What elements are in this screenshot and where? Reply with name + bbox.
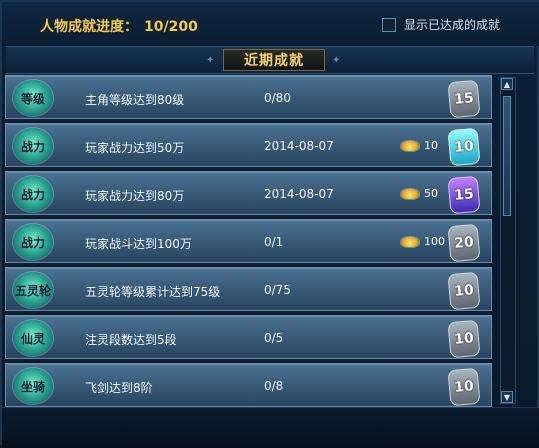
achievement-points-icon: 10 [447,319,481,359]
progress-label-text: 人物成就进度： [40,19,138,35]
achievement-row[interactable]: 战力 玩家战斗达到100万 0/1 100 20 [5,219,492,263]
achievement-name: 主角等级达到80级 [85,93,185,107]
achievement-badge-icon: 等级 [13,80,53,116]
achievement-badge-icon: 仙灵 [13,320,53,356]
achievement-row[interactable]: 战力 玩家战力达到80万 2014-08-07 50 15 [5,171,492,215]
achievement-points: 10 [453,138,475,156]
achievement-name: 五灵轮等级累计达到75级 [85,285,221,299]
achievement-row[interactable]: 坐骑 飞剑达到8阶 0/8 10 [5,363,492,407]
achievement-name: 注灵段数达到5段 [85,333,177,347]
achievement-badge-label: 仙灵 [20,331,45,346]
gold-ingot-icon [401,236,419,247]
section-title-plate: 近期成就 [223,49,325,71]
achievement-points-icon: 15 [447,175,481,215]
achievement-status: 0/5 [264,331,284,345]
show-completed-checkbox[interactable] [382,17,396,32]
progress-label: 人物成就进度： 10/200 [40,16,198,36]
achievement-status: 0/8 [264,379,284,393]
achievement-points: 10 [453,330,475,348]
scrollbar[interactable]: ▲ ▼ [500,77,516,404]
achievement-status: 2014-08-07 [264,139,334,153]
achievement-status: 0/75 [264,283,291,297]
achievement-badge-label: 战力 [20,235,45,250]
reward: 100 [401,235,445,248]
achievement-points-icon: 20 [447,223,481,263]
progress-value: 10/200 [144,19,198,35]
right-ornament-icon: ✦ [332,55,341,66]
achievement-row[interactable]: 等级 主角等级达到80级 0/80 15 [5,75,492,119]
achievement-row[interactable]: 仙灵 注灵段数达到5段 0/5 10 [5,315,492,359]
reward: 50 [401,187,438,200]
achievement-points: 15 [453,186,475,204]
achievement-status: 0/80 [264,91,291,105]
achievement-badge-label: 战力 [20,139,45,154]
achievement-badge-icon: 战力 [13,224,53,260]
achievement-window: 人物成就进度： 10/200 显示已达成的成就 ✦ 近期成就 ✦ 等级 主角等级达到… [0,0,539,448]
gold-ingot-icon [401,188,419,199]
reward-amount: 10 [424,139,438,152]
header: 人物成就进度： 10/200 显示已达成的成就 [2,2,539,46]
section-title: 近期成就 [244,53,304,69]
scroll-thumb[interactable] [503,96,511,216]
achievement-status: 2014-08-07 [264,187,334,201]
achievement-points-icon: 10 [447,367,481,407]
achievement-points: 10 [453,378,475,396]
reward-amount: 100 [424,235,445,248]
left-ornament-icon: ✦ [206,55,215,66]
achievement-points-icon: 10 [447,271,481,311]
reward-amount: 50 [424,187,438,200]
reward: 10 [401,139,438,152]
achievement-name: 玩家战斗达到100万 [85,237,192,251]
achievement-badge-label: 等级 [20,91,45,106]
achievement-row[interactable]: 五灵轮 五灵轮等级累计达到75级 0/75 10 [5,267,492,311]
achievement-points-icon: 10 [447,127,481,167]
gold-ingot-icon [401,140,419,151]
achievement-name: 玩家战力达到80万 [85,189,185,203]
chevron-up-icon[interactable]: ▲ [501,78,513,90]
bottom-bar [2,407,539,448]
achievement-badge-icon: 坐骑 [13,368,53,404]
achievement-row[interactable]: 战力 玩家战力达到50万 2014-08-07 10 10 [5,123,492,167]
achievement-badge-icon: 五灵轮 [13,272,53,308]
achievement-points: 20 [453,234,475,252]
achievement-name: 玩家战力达到50万 [85,141,185,155]
show-completed-label: 显示已达成的成就 [404,18,501,32]
achievement-badge-label: 战力 [20,187,45,202]
achievement-badge-label: 坐骑 [20,379,45,394]
achievement-badge-label: 五灵轮 [14,283,51,298]
show-completed-toggle[interactable]: 显示已达成的成就 [382,16,500,33]
achievement-points-icon: 15 [447,79,481,119]
achievement-badge-icon: 战力 [13,176,53,212]
achievement-list: 等级 主角等级达到80级 0/80 15 战力 玩家战力达到50万 2014-08-07 10… [2,72,498,407]
achievement-points: 10 [453,282,475,300]
section-title-bar: ✦ 近期成就 ✦ [6,46,534,74]
achievement-points: 15 [453,90,475,108]
achievement-name: 飞剑达到8阶 [85,381,153,395]
achievement-status: 0/1 [264,235,284,249]
achievement-badge-icon: 战力 [13,128,53,164]
chevron-down-icon[interactable]: ▼ [501,391,513,403]
